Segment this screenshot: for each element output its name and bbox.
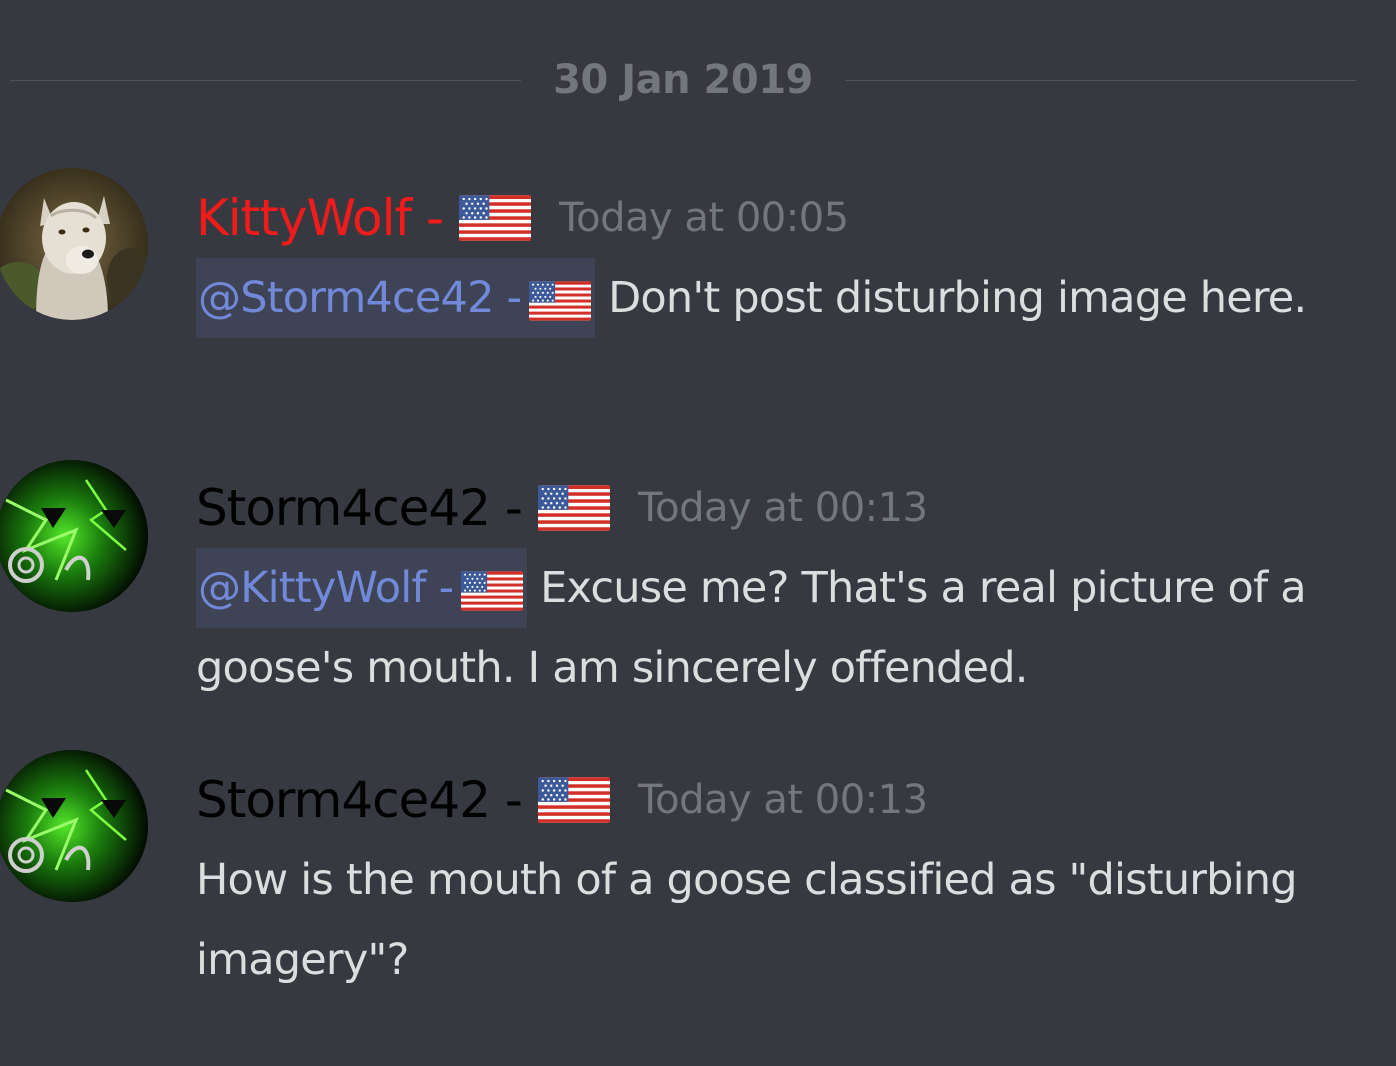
message-text: Don't post disturbing image here. [595, 273, 1307, 323]
timestamp[interactable]: Today at 00:13 [638, 777, 928, 823]
author-name[interactable]: Storm4ce42 - [196, 771, 523, 829]
green-abstract-avatar[interactable] [0, 460, 148, 612]
message-body: Storm4ce42 - Today at 00:13 How is the m… [196, 760, 1356, 1000]
author-name[interactable]: KittyWolf - [196, 189, 444, 247]
us-flag-icon [459, 194, 531, 242]
timestamp[interactable]: Today at 00:05 [559, 195, 849, 241]
message-text: How is the mouth of a goose classified a… [196, 855, 1298, 985]
message-content: How is the mouth of a goose classified a… [196, 840, 1356, 1000]
green-abstract-avatar[interactable] [0, 750, 148, 902]
mention-label: @KittyWolf - [198, 563, 454, 613]
message-body: Storm4ce42 - Today at 00:13 @KittyWolf -… [196, 468, 1356, 708]
message-header: Storm4ce42 - Today at 00:13 [196, 468, 1356, 548]
mention-label: @Storm4ce42 - [198, 273, 522, 323]
wolf-avatar[interactable] [0, 168, 148, 320]
divider-line-left [10, 79, 522, 81]
date-divider-label: 30 Jan 2019 [553, 57, 813, 103]
us-flag-icon [538, 484, 610, 532]
timestamp[interactable]: Today at 00:13 [638, 485, 928, 531]
message-content: @Storm4ce42 - Don't post disturbing imag… [196, 258, 1356, 338]
message-content: @KittyWolf - Excuse me? That's a real pi… [196, 548, 1356, 708]
divider-line-right [844, 79, 1357, 81]
message-header: Storm4ce42 - Today at 00:13 [196, 760, 1356, 840]
message-body: KittyWolf - Today at 00:05 @Storm4ce42 -… [196, 178, 1356, 338]
user-mention[interactable]: @KittyWolf - [196, 548, 528, 628]
us-flag-icon [538, 776, 610, 824]
date-divider: 30 Jan 2019 [10, 40, 1357, 120]
us-flag-icon [461, 570, 523, 612]
author-name[interactable]: Storm4ce42 - [196, 479, 523, 537]
message-header: KittyWolf - Today at 00:05 [196, 178, 1356, 258]
us-flag-icon [529, 280, 591, 322]
user-mention[interactable]: @Storm4ce42 - [196, 258, 596, 338]
